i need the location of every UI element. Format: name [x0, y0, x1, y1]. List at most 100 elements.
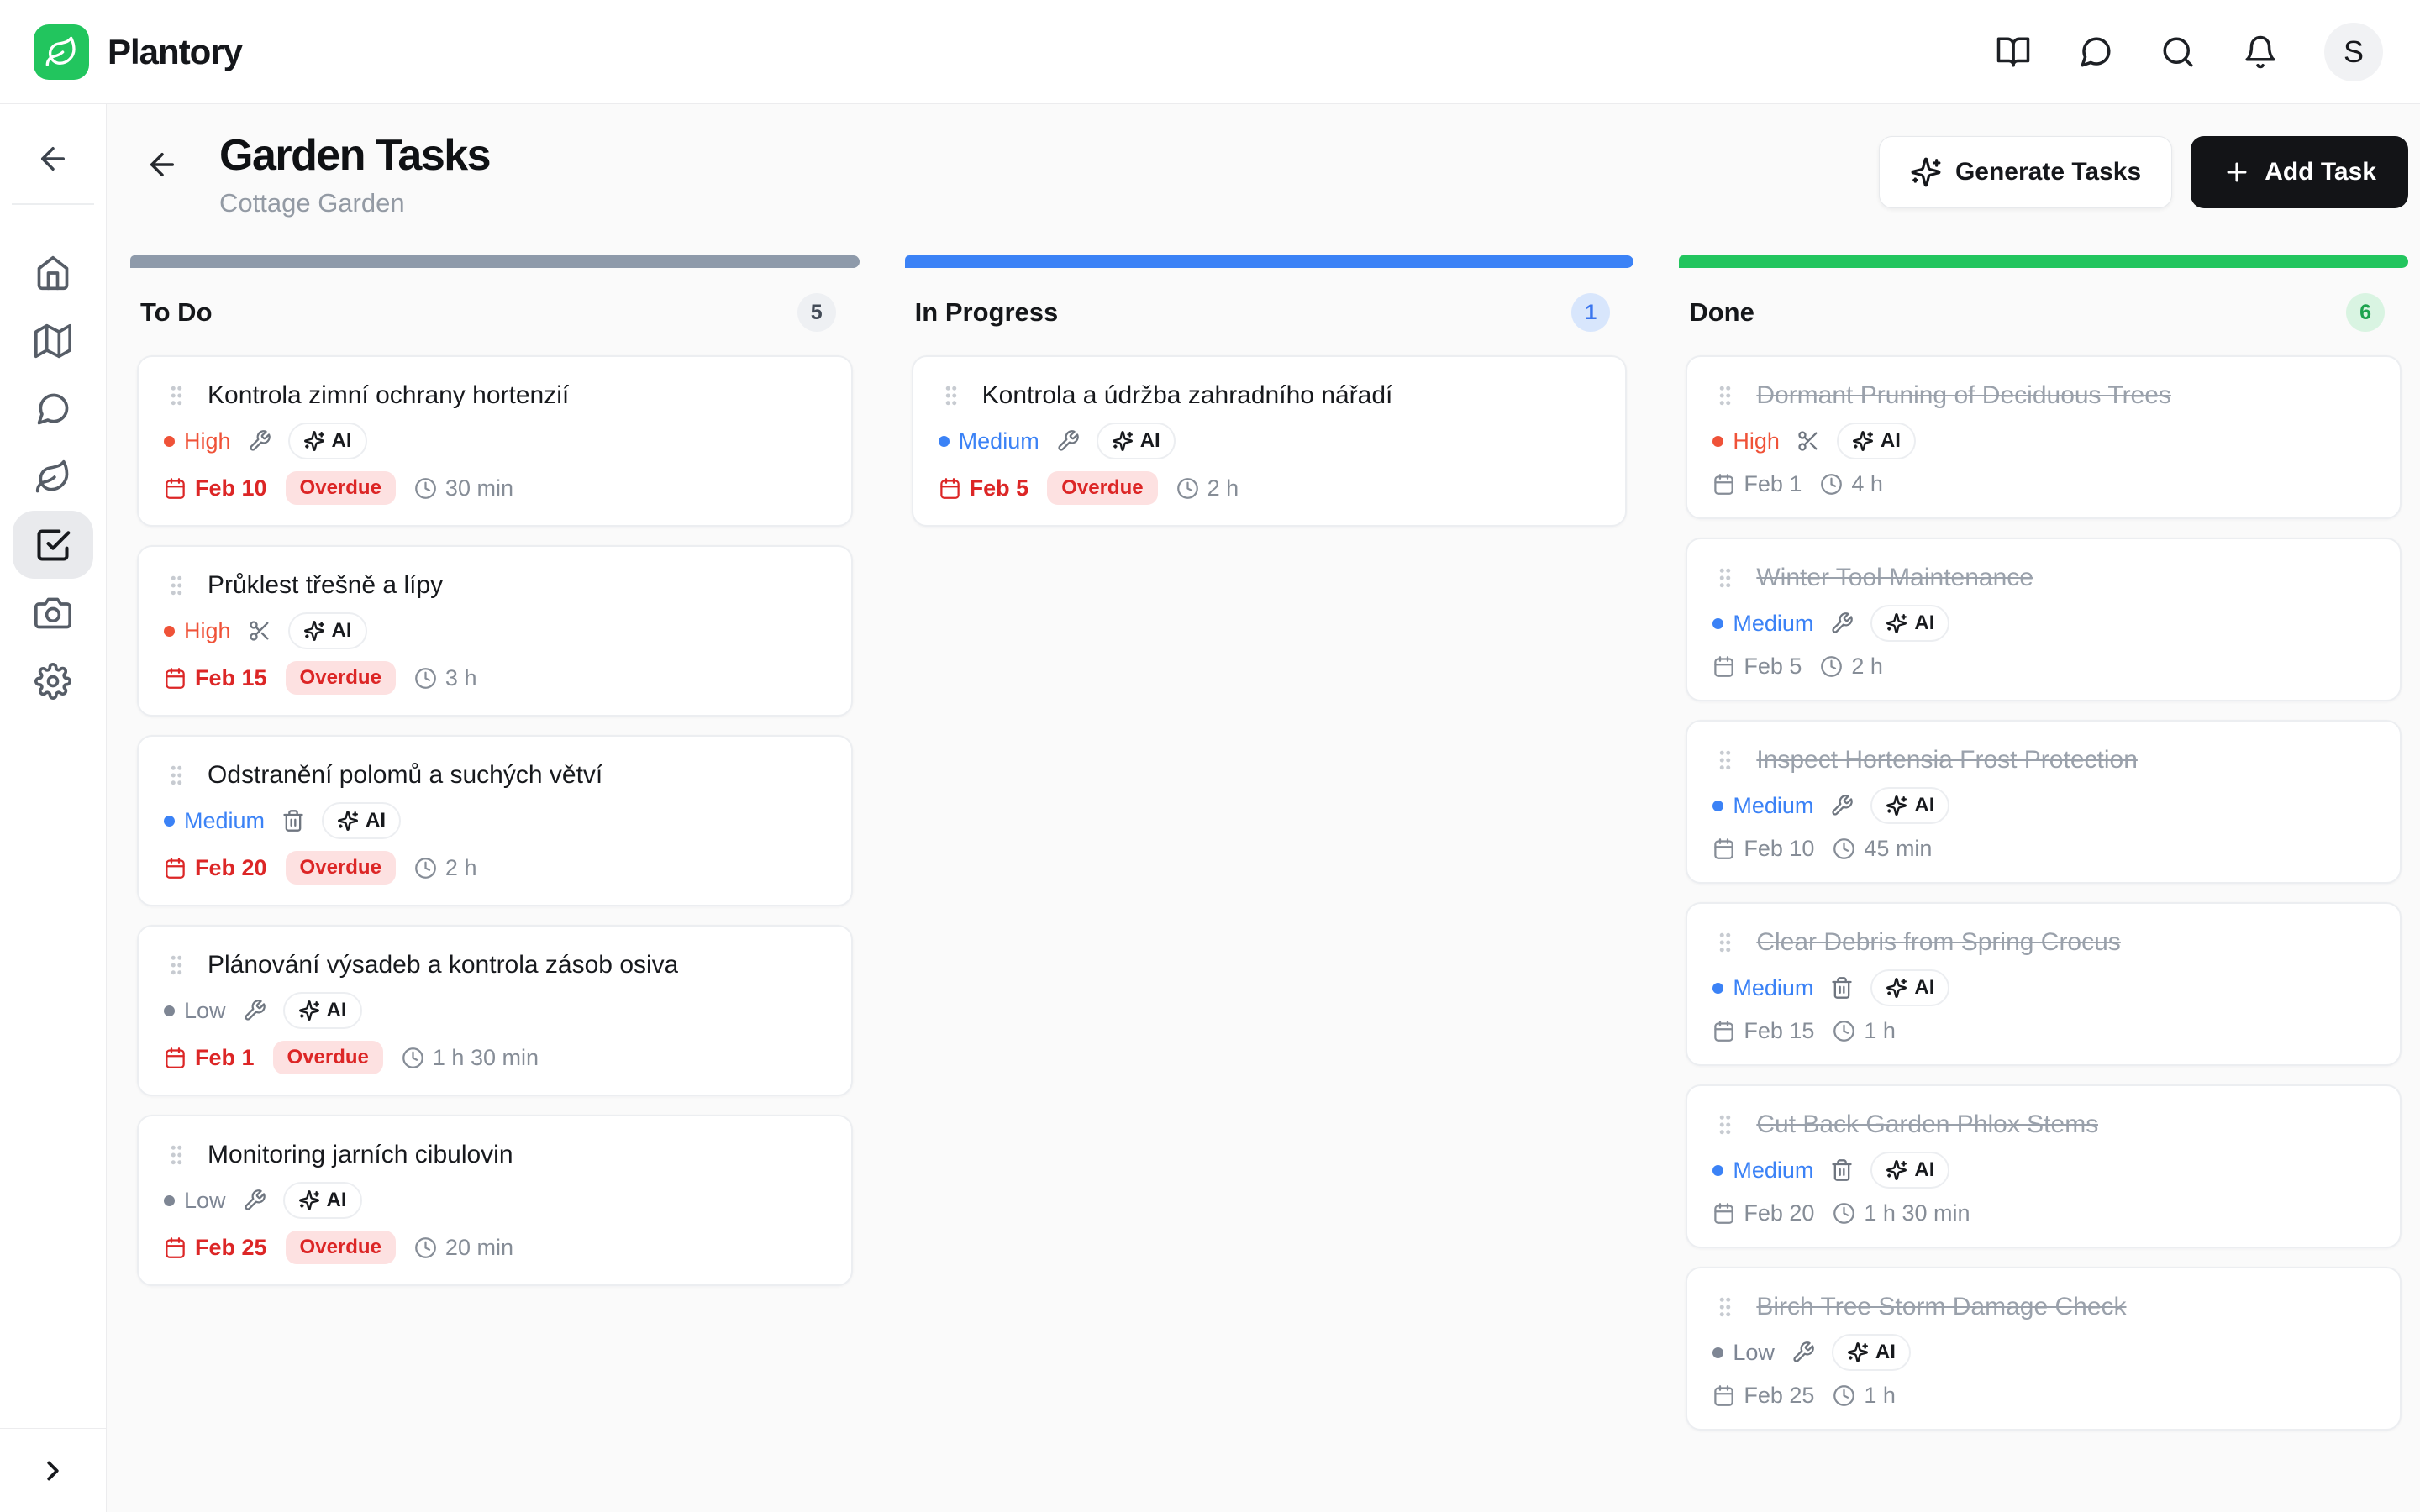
ai-badge: AI [1870, 787, 1949, 824]
task-card[interactable]: Dormant Pruning of Deciduous TreesHighAI… [1686, 355, 2402, 519]
sparkles-icon [1910, 156, 1942, 188]
task-card[interactable]: Kontrola zimní ochrany hortenziíHighAIFe… [137, 355, 853, 527]
drag-handle[interactable] [164, 763, 189, 788]
duration: 2 h [1176, 475, 1239, 501]
page-back-button[interactable] [139, 141, 186, 188]
drag-handle[interactable] [164, 953, 189, 978]
task-card[interactable]: Winter Tool MaintenanceMediumAIFeb 52 h [1686, 538, 2402, 701]
priority-label: Low [184, 998, 226, 1024]
overdue-badge: Overdue [286, 851, 396, 885]
drag-handle[interactable] [164, 573, 189, 598]
plantory-logo-icon [34, 24, 89, 80]
avatar[interactable]: S [2324, 23, 2383, 81]
drag-handle[interactable] [1712, 383, 1738, 408]
task-card[interactable]: Průklest třešně a lípyHighAIFeb 15Overdu… [137, 545, 853, 717]
priority-dot [164, 1005, 175, 1016]
due-date: Feb 10 [1712, 836, 1814, 862]
generate-tasks-label: Generate Tasks [1955, 158, 2141, 186]
overdue-badge: Overdue [286, 661, 396, 695]
ai-badge-label: AI [1876, 1341, 1896, 1364]
calendar-icon [164, 667, 187, 690]
priority-medium: Medium [1712, 975, 1813, 1001]
topnav-messages-button[interactable] [2077, 34, 2114, 71]
wrench-icon [248, 429, 271, 453]
wrench-icon [243, 999, 266, 1022]
task-card[interactable]: Monitoring jarních cibulovinLowAIFeb 25O… [137, 1115, 853, 1286]
duration: 1 h 30 min [1833, 1200, 1970, 1226]
duration-label: 30 min [445, 475, 513, 501]
priority-dot [164, 436, 175, 447]
sidebar-item-home[interactable] [13, 239, 93, 307]
drag-handle[interactable] [1712, 748, 1738, 773]
priority-label: High [184, 428, 231, 454]
task-card[interactable]: Birch Tree Storm Damage CheckLowAIFeb 25… [1686, 1267, 2402, 1431]
priority-dot [164, 626, 175, 637]
wrench-icon [1830, 612, 1854, 635]
ai-badge-label: AI [327, 1189, 347, 1212]
due-date: Feb 5 [939, 475, 1029, 501]
sidebar-item-chat[interactable] [13, 375, 93, 443]
scissors-icon [1797, 429, 1820, 453]
drag-handle[interactable] [164, 383, 189, 408]
generate-tasks-button[interactable]: Generate Tasks [1879, 136, 2172, 208]
sparkles-icon [298, 1000, 320, 1021]
header-actions: Generate Tasks Add Task [1879, 136, 2408, 208]
task-card[interactable]: Clear Debris from Spring CrocusMediumAIF… [1686, 902, 2402, 1066]
task-title: Monitoring jarních cibulovin [208, 1140, 513, 1170]
wrench-icon [1830, 794, 1854, 817]
top-navigation: Plantory S [0, 0, 2420, 104]
topnav-notifications-button[interactable] [2242, 34, 2279, 71]
drag-handle[interactable] [1712, 1294, 1738, 1320]
drag-handle[interactable] [939, 383, 964, 408]
trash-icon [1830, 976, 1854, 1000]
grip-icon [164, 763, 189, 788]
duration-label: 2 h [1851, 654, 1883, 680]
task-title: Průklest třešně a lípy [208, 570, 443, 601]
message-circle-icon [34, 391, 71, 428]
scissors-icon [1797, 429, 1820, 453]
ai-badge: AI [283, 1182, 362, 1219]
page-title: Garden Tasks [219, 129, 490, 181]
topnav-guide-button[interactable] [1995, 34, 2032, 71]
duration-label: 2 h [445, 855, 477, 881]
sidebar-footer [0, 1428, 106, 1512]
plus-icon [2223, 158, 2251, 186]
task-card[interactable]: Kontrola a údržba zahradního nářadíMediu… [912, 355, 1628, 527]
priority-high: High [164, 428, 231, 454]
task-title: Odstranění polomů a suchých větví [208, 760, 602, 790]
sidebar-item-tasks[interactable] [13, 511, 93, 579]
wrench-icon [1830, 794, 1854, 817]
drag-handle[interactable] [164, 1142, 189, 1168]
priority-low: Low [164, 1188, 226, 1214]
duration-label: 1 h 30 min [1864, 1200, 1970, 1226]
sidebar-expand-button[interactable] [28, 1446, 78, 1496]
priority-dot [164, 816, 175, 827]
ai-badge-label: AI [332, 619, 352, 643]
overdue-badge: Overdue [1047, 471, 1157, 505]
task-card[interactable]: Inspect Hortensia Frost ProtectionMedium… [1686, 720, 2402, 884]
drag-handle[interactable] [1712, 930, 1738, 955]
sparkles-icon [1910, 156, 1942, 188]
task-card[interactable]: Cut Back Garden Phlox StemsMediumAIFeb 2… [1686, 1084, 2402, 1248]
task-card[interactable]: Plánování výsadeb a kontrola zásob osiva… [137, 925, 853, 1096]
kanban-board: To Do5Kontrola zimní ochrany hortenziíHi… [130, 255, 2408, 1431]
task-card[interactable]: Odstranění polomů a suchých větvíMediumA… [137, 735, 853, 906]
drag-handle[interactable] [1712, 565, 1738, 591]
sidebar-item-plants[interactable] [13, 443, 93, 511]
sidebar-item-photos[interactable] [13, 579, 93, 647]
page-subtitle: Cottage Garden [219, 188, 490, 218]
sidebar-item-settings[interactable] [13, 647, 93, 715]
trash-icon [1830, 976, 1854, 1000]
sidebar-item-map[interactable] [13, 307, 93, 375]
topnav-search-button[interactable] [2160, 34, 2196, 71]
drag-handle[interactable] [1712, 1112, 1738, 1137]
priority-dot [1712, 1165, 1723, 1176]
grip-icon [164, 953, 189, 978]
column-count-badge: 1 [1571, 293, 1610, 332]
clock-icon [1820, 473, 1843, 496]
add-task-button[interactable]: Add Task [2191, 136, 2408, 208]
settings-icon [34, 663, 71, 700]
priority-low: Low [164, 998, 226, 1024]
sparkles-icon [1886, 612, 1907, 634]
sidebar-back-button[interactable] [13, 126, 93, 192]
